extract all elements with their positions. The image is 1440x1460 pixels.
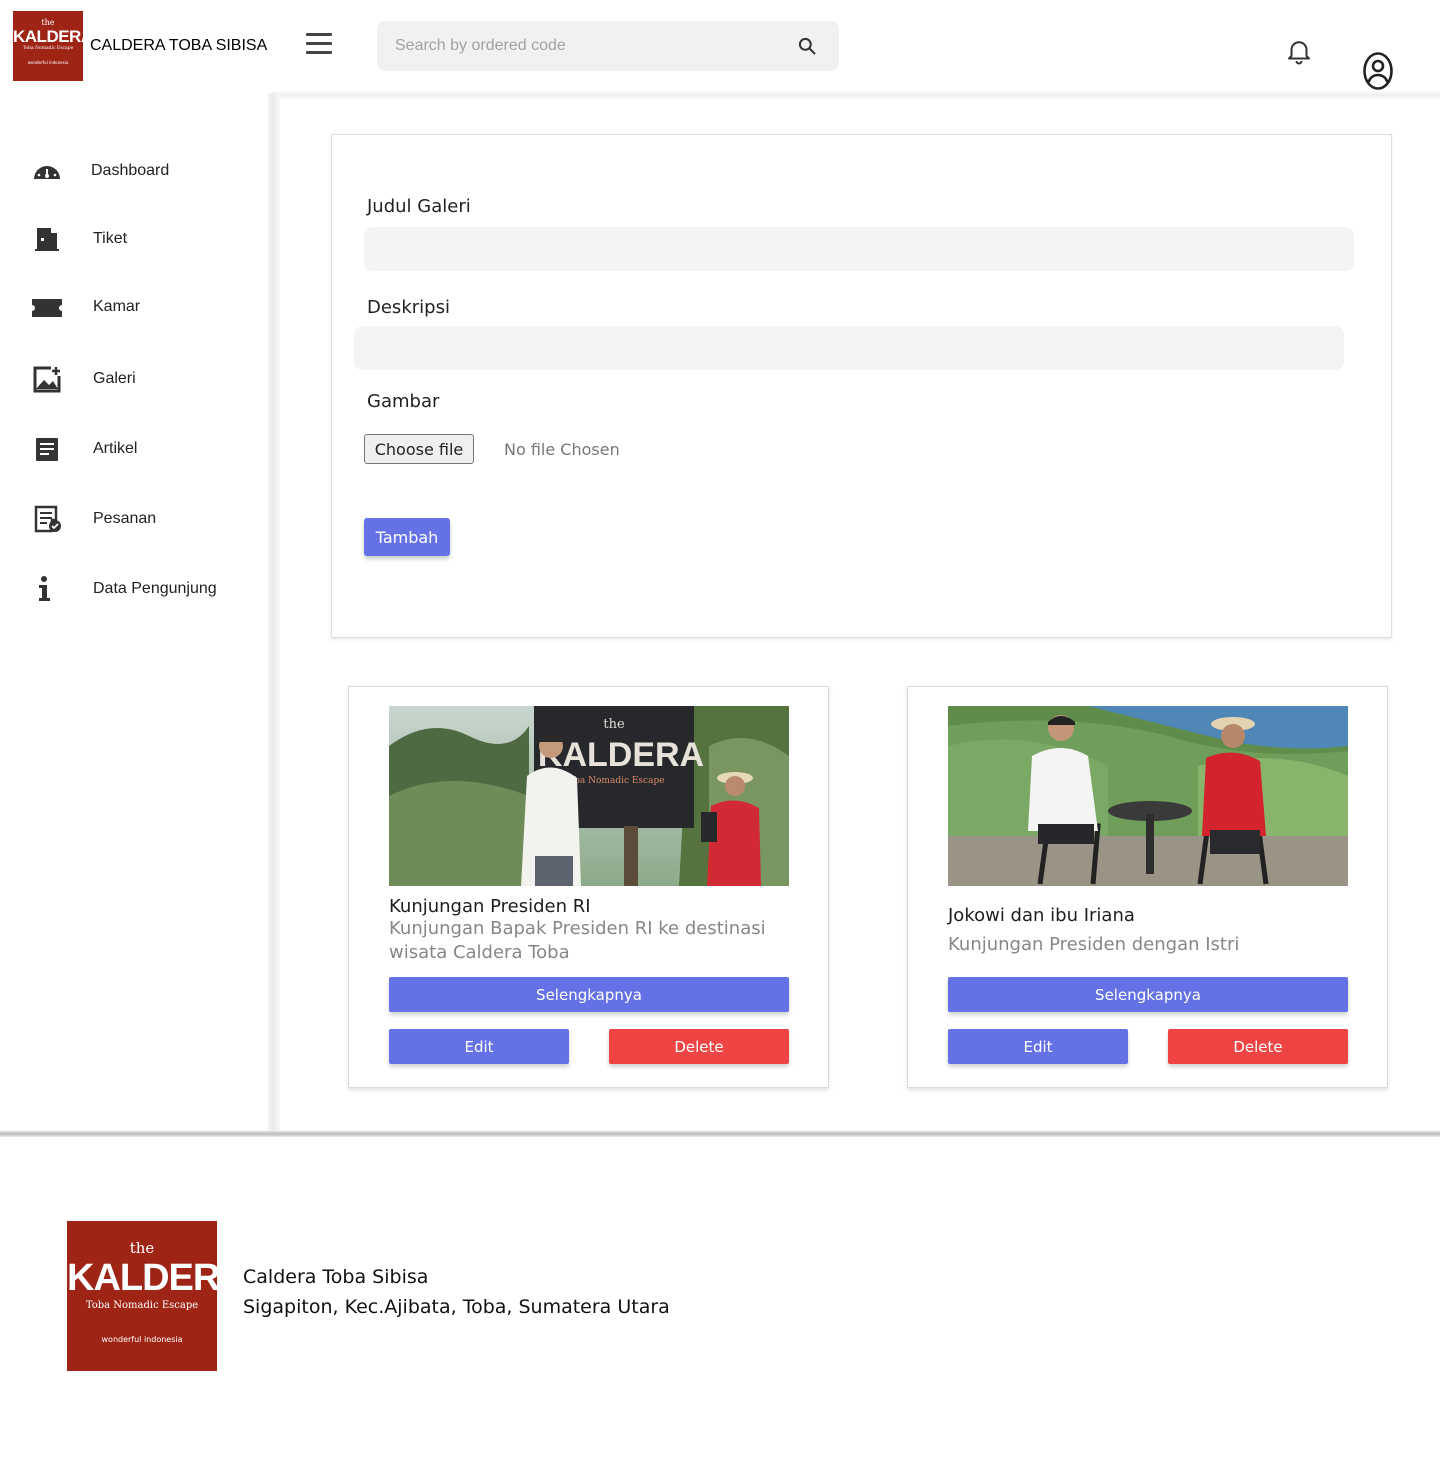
footer-address: Sigapiton, Kec.Ajibata, Toba, Sumatera U… bbox=[243, 1296, 670, 1318]
ticket-icon bbox=[32, 299, 62, 317]
choose-file-button[interactable]: Choose file bbox=[364, 434, 474, 464]
footer-logo: the KALDERA Toba Nomadic Escape wonderfu… bbox=[67, 1221, 217, 1371]
sidebar-item-tiket[interactable]: Tiket bbox=[30, 221, 260, 257]
footer-company-name: Caldera Toba Sibisa bbox=[243, 1266, 429, 1288]
menu-icon[interactable] bbox=[306, 33, 332, 55]
header-divider bbox=[272, 90, 1440, 99]
app-title: CALDERA TOBA SIBISA bbox=[90, 37, 268, 54]
read-more-button[interactable]: Selengkapnya bbox=[389, 977, 789, 1012]
search-input[interactable] bbox=[377, 21, 777, 71]
search-icon[interactable] bbox=[797, 36, 817, 56]
gallery-photo: the KALDERA Toba Nomadic Escape bbox=[389, 706, 789, 886]
sign-the: the bbox=[603, 717, 625, 732]
gallery-title: Kunjungan Presiden RI bbox=[389, 896, 591, 917]
sidebar-item-pesanan[interactable]: Pesanan bbox=[30, 501, 260, 537]
gallery-icon bbox=[33, 366, 61, 393]
sidebar-item-kamar[interactable]: Kamar bbox=[30, 289, 260, 325]
logo-the: the bbox=[41, 18, 55, 27]
add-button[interactable]: Tambah bbox=[364, 518, 450, 556]
sidebar-item-label: Pesanan bbox=[93, 510, 157, 527]
sidebar-item-artikel[interactable]: Artikel bbox=[30, 431, 260, 467]
file-status: No file Chosen bbox=[504, 440, 620, 459]
user-icon[interactable] bbox=[1362, 51, 1394, 91]
logo-partner: wonderful indonesia bbox=[101, 1335, 183, 1344]
sidebar-item-label: Tiket bbox=[93, 230, 128, 247]
bell-icon[interactable] bbox=[1284, 36, 1314, 66]
gallery-description: Kunjungan Bapak Presiden RI ke destinasi… bbox=[389, 918, 766, 963]
title-input[interactable] bbox=[364, 227, 1354, 271]
title-field-label: Judul Galeri bbox=[367, 196, 471, 217]
gallery-card: the KALDERA Toba Nomadic Escape Kunjunga… bbox=[348, 686, 829, 1088]
read-more-button[interactable]: Selengkapnya bbox=[948, 977, 1348, 1012]
article-icon bbox=[36, 438, 58, 461]
description-input[interactable] bbox=[354, 326, 1344, 370]
brand-logo[interactable]: the KALDERA Toba Nomadic Escape wonderfu… bbox=[13, 11, 83, 81]
footer-divider bbox=[0, 1131, 1440, 1137]
sidebar-item-label: Artikel bbox=[93, 440, 138, 457]
sidebar-item-label: Dashboard bbox=[91, 162, 170, 179]
logo-tagline: Toba Nomadic Escape bbox=[22, 46, 74, 51]
order-icon bbox=[34, 505, 61, 533]
door-icon bbox=[35, 228, 59, 251]
sidebar-item-galeri[interactable]: Galeri bbox=[30, 361, 260, 397]
logo-the: the bbox=[129, 1239, 155, 1257]
sidebar-divider bbox=[268, 93, 280, 1135]
gallery-title: Jokowi dan ibu Iriana bbox=[948, 905, 1135, 926]
dashboard-icon bbox=[34, 166, 60, 179]
logo-name: KALDERA bbox=[13, 27, 83, 46]
info-icon bbox=[39, 576, 50, 601]
gallery-description: Kunjungan Presiden dengan Istri bbox=[948, 934, 1240, 955]
description-field-label: Deskripsi bbox=[367, 297, 450, 318]
sidebar-item-dashboard[interactable]: Dashboard bbox=[30, 153, 260, 189]
sidebar-item-label: Data Pengunjung bbox=[93, 580, 217, 597]
logo-tagline: Toba Nomadic Escape bbox=[85, 1300, 199, 1311]
edit-button[interactable]: Edit bbox=[389, 1029, 569, 1064]
delete-button[interactable]: Delete bbox=[609, 1029, 789, 1064]
logo-partner: wonderful indonesia bbox=[27, 60, 69, 65]
sign-tagline: Toba Nomadic Escape bbox=[563, 776, 664, 786]
edit-button[interactable]: Edit bbox=[948, 1029, 1128, 1064]
sidebar-item-label: Kamar bbox=[93, 298, 141, 315]
sidebar-item-data-pengunjung[interactable]: Data Pengunjung bbox=[30, 571, 260, 607]
add-gallery-form: Judul Galeri Deskripsi Gambar Choose fil… bbox=[331, 134, 1392, 638]
image-field-label: Gambar bbox=[367, 391, 440, 412]
logo-name: KALDERA bbox=[67, 1257, 217, 1299]
gallery-card: Jokowi dan ibu Iriana Kunjungan Presiden… bbox=[907, 686, 1388, 1088]
search-bar bbox=[377, 21, 839, 71]
sidebar-item-label: Galeri bbox=[93, 370, 136, 387]
gallery-photo bbox=[948, 706, 1348, 886]
delete-button[interactable]: Delete bbox=[1168, 1029, 1348, 1064]
